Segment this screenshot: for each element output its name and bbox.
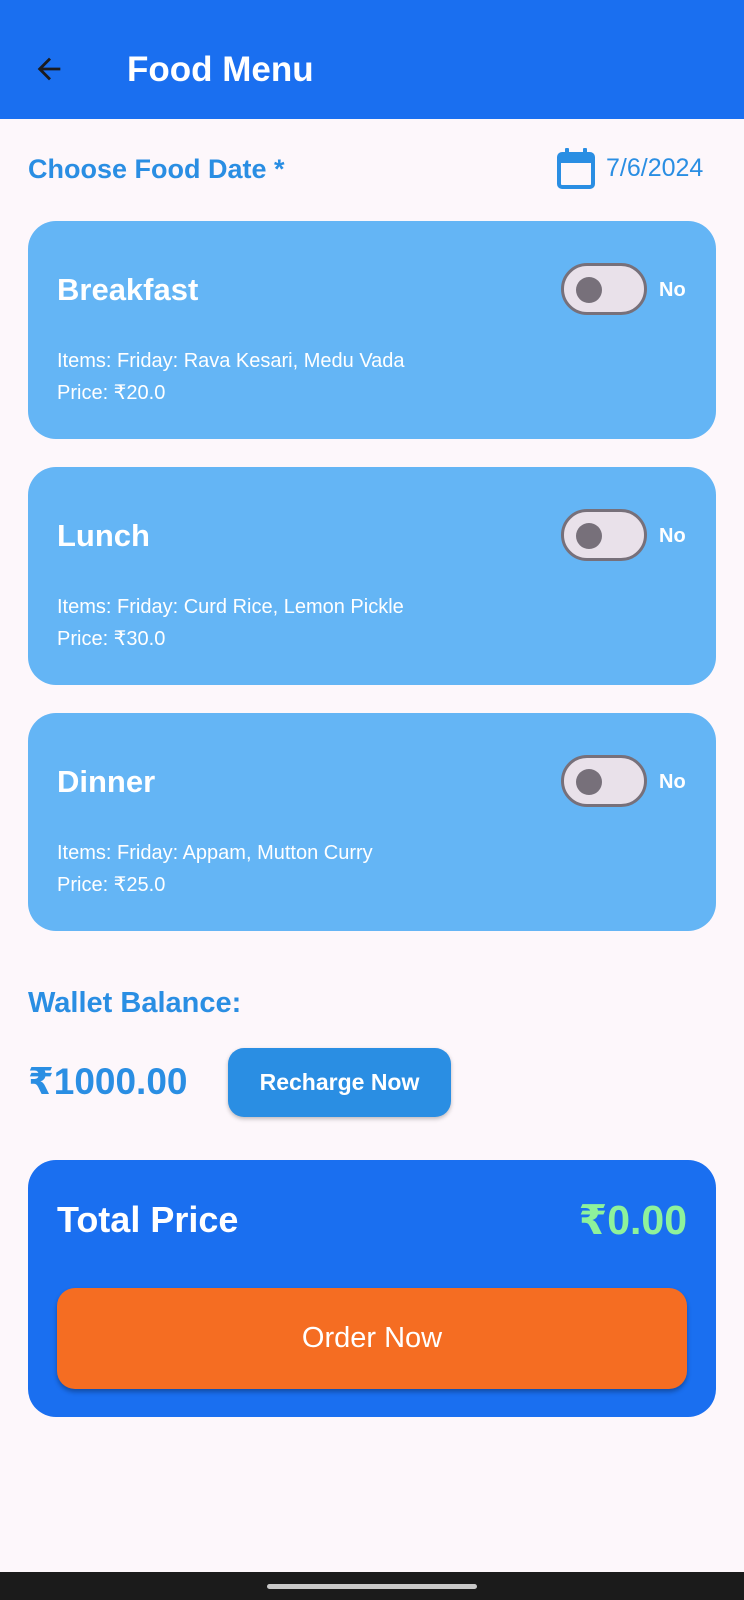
total-price-card: Total Price ₹0.00 Order Now [28,1160,716,1417]
meal-card-breakfast: Breakfast No Items: Friday: Rava Kesari,… [28,221,716,439]
order-now-button[interactable]: Order Now [57,1288,687,1389]
meal-price: Price: ₹30.0 [57,628,166,650]
food-date-label: Choose Food Date * [28,154,285,184]
total-price-value: ₹0.00 [578,1197,687,1243]
meal-price: Price: ₹25.0 [57,874,166,896]
back-button[interactable] [24,44,74,94]
meal-name: Breakfast [57,272,199,307]
meal-items: Items: Friday: Rava Kesari, Medu Vada [57,350,405,372]
recharge-now-button[interactable]: Recharge Now [228,1048,451,1117]
breakfast-toggle[interactable] [561,263,647,315]
meal-name: Lunch [57,518,150,553]
app-bar: Food Menu [0,0,744,119]
arrow-back-icon [37,57,61,81]
meal-items: Items: Friday: Appam, Mutton Curry [57,842,373,864]
wallet-balance-amount: ₹1000.00 [28,1061,188,1102]
system-navigation-bar [0,1572,744,1600]
toggle-thumb [576,523,602,549]
meal-card-dinner: Dinner No Items: Friday: Appam, Mutton C… [28,713,716,931]
toggle-state-label: No [659,525,686,547]
toggle-state-label: No [659,771,686,793]
meal-card-lunch: Lunch No Items: Friday: Curd Rice, Lemon… [28,467,716,685]
meal-price: Price: ₹20.0 [57,382,166,404]
wallet-balance-label: Wallet Balance: [28,987,242,1019]
dinner-toggle[interactable] [561,755,647,807]
home-gesture-handle[interactable] [267,1584,477,1589]
toggle-state-label: No [659,279,686,301]
toggle-thumb [576,769,602,795]
lunch-toggle[interactable] [561,509,647,561]
page-title: Food Menu [127,50,314,89]
meal-items: Items: Friday: Curd Rice, Lemon Pickle [57,596,404,618]
total-price-label: Total Price [57,1199,239,1240]
selected-date: 7/6/2024 [606,153,704,182]
meal-name: Dinner [57,764,156,799]
date-picker[interactable]: 7/6/2024 [556,146,703,190]
calendar-icon [556,146,596,190]
toggle-thumb [576,277,602,303]
